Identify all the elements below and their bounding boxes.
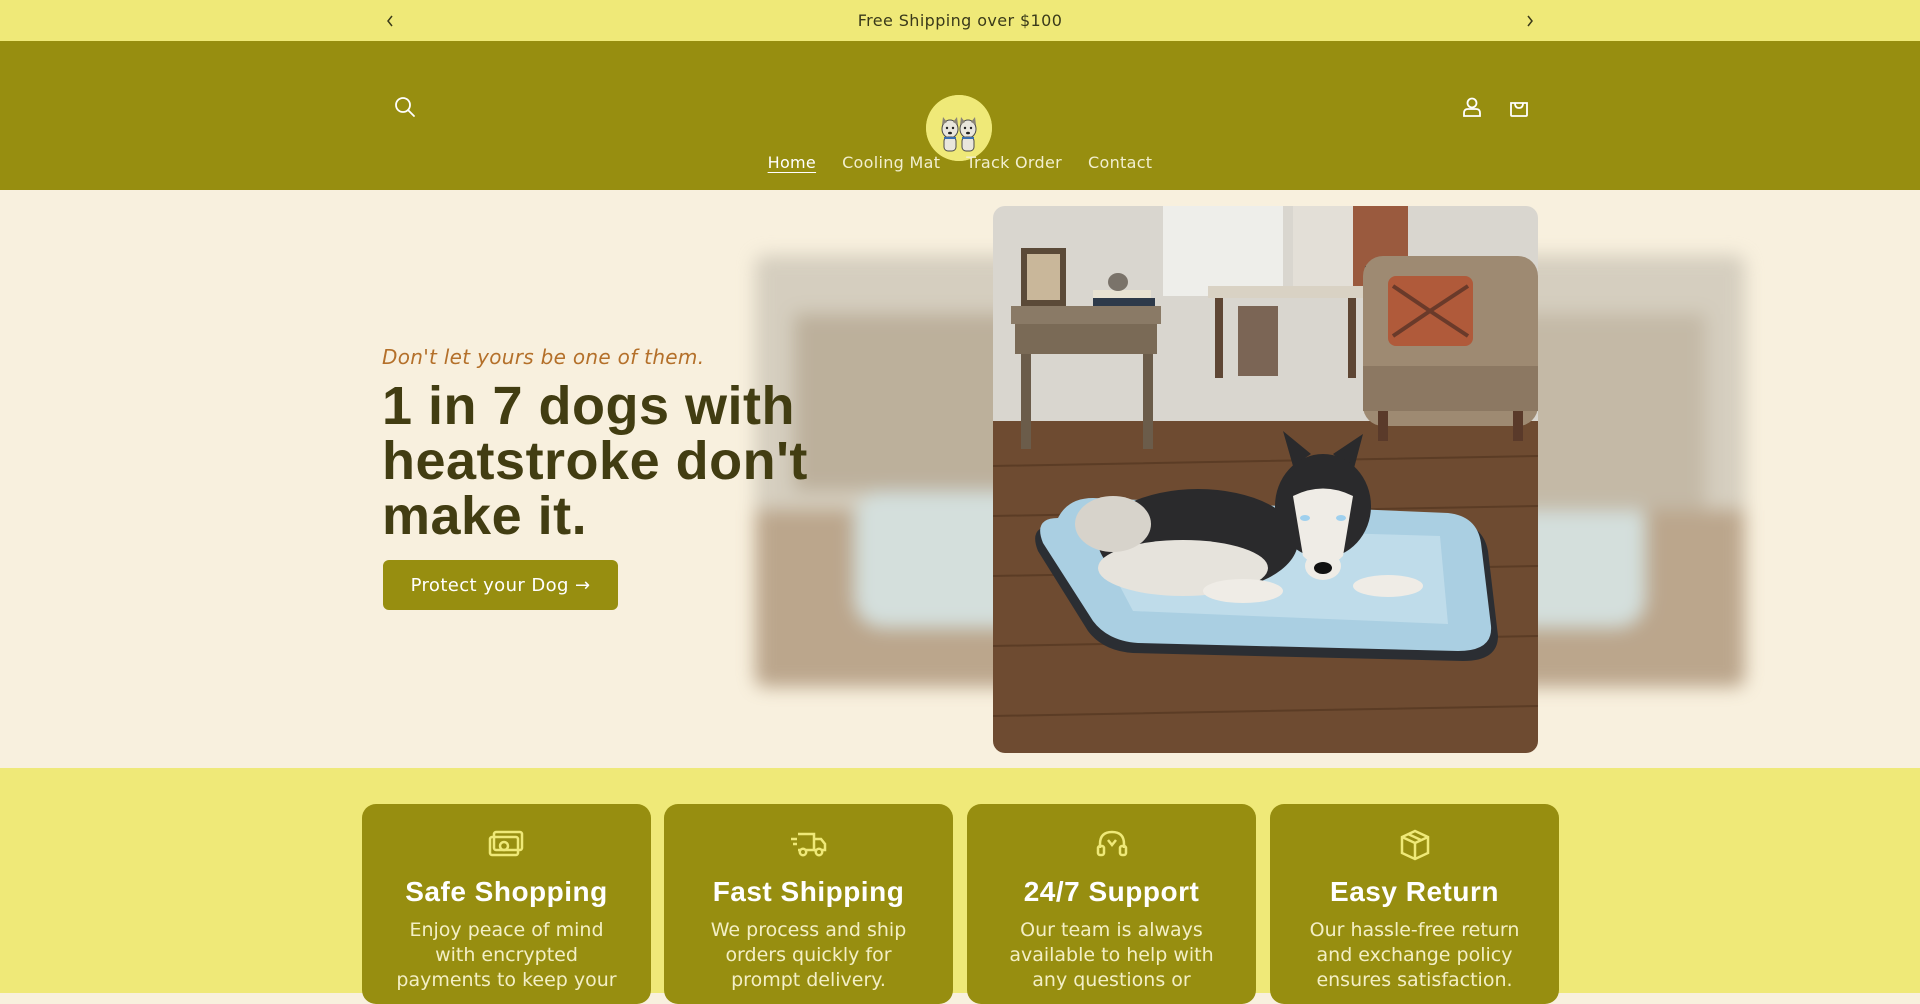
feature-card-easy-return: Easy Return Our hassle-free return and e… [1270,804,1559,1004]
cash-icon [488,830,523,857]
bag-icon [1510,102,1528,117]
feature-description: We process and ship orders quickly for p… [710,919,907,991]
user-icon [1463,97,1481,117]
site-logo[interactable] [926,95,992,161]
feature-description: Our team is always available to help wit… [1009,919,1214,991]
announcement-prev-button[interactable] [375,0,405,41]
husky-on-cooling-mat-image [993,206,1538,753]
search-icon [395,97,415,117]
features-section: Safe Shopping Enjoy peace of mind with e… [0,768,1920,1004]
announcement-text: Free Shipping over $100 [857,11,1063,30]
feature-card-support: 24/7 Support Our team is always availabl… [967,804,1256,1004]
hero-tagline: Don't let yours be one of them. [382,345,705,369]
feature-title: Fast Shipping [712,876,905,907]
feature-title: 24/7 Support [1023,876,1200,907]
nav-item-track-order[interactable]: Track Order [966,153,1062,172]
hero-image [993,206,1538,753]
announcement-next-button[interactable] [1515,0,1545,41]
announcement-bar: Free Shipping over $100 [0,0,1920,41]
nav-item-home[interactable]: Home [768,153,816,172]
feature-title: Easy Return [1330,876,1499,907]
account-button[interactable] [1452,87,1492,127]
headset-icon [1096,830,1127,857]
feature-description: Enjoy peace of mind with encrypted payme… [396,919,617,991]
chevron-left-icon [387,15,393,26]
nav-item-cooling-mat[interactable]: Cooling Mat [842,153,940,172]
feature-description: Our hassle-free return and exchange poli… [1309,919,1520,991]
hero-headline: 1 in 7 dogs with heatstroke don't make i… [382,376,808,546]
cart-button[interactable] [1499,87,1539,127]
protect-dog-button[interactable]: Protect your Dog → [383,560,618,610]
site-header: Home Cooling Mat Track Order Contact [0,41,1920,190]
search-button[interactable] [385,87,425,127]
box-icon [1400,829,1429,861]
chevron-right-icon [1527,15,1533,26]
feature-card-safe-shopping: Safe Shopping Enjoy peace of mind with e… [362,804,651,1004]
nav-item-contact[interactable]: Contact [1088,153,1152,172]
main-nav: Home Cooling Mat Track Order Contact [0,153,1920,172]
hero-section: Don't let yours be one of them. 1 in 7 d… [0,190,1920,768]
dogs-logo-icon [926,95,992,161]
feature-card-fast-shipping: Fast Shipping We process and ship orders… [664,804,953,1004]
feature-title: Safe Shopping [405,876,608,907]
truck-icon [790,832,826,857]
